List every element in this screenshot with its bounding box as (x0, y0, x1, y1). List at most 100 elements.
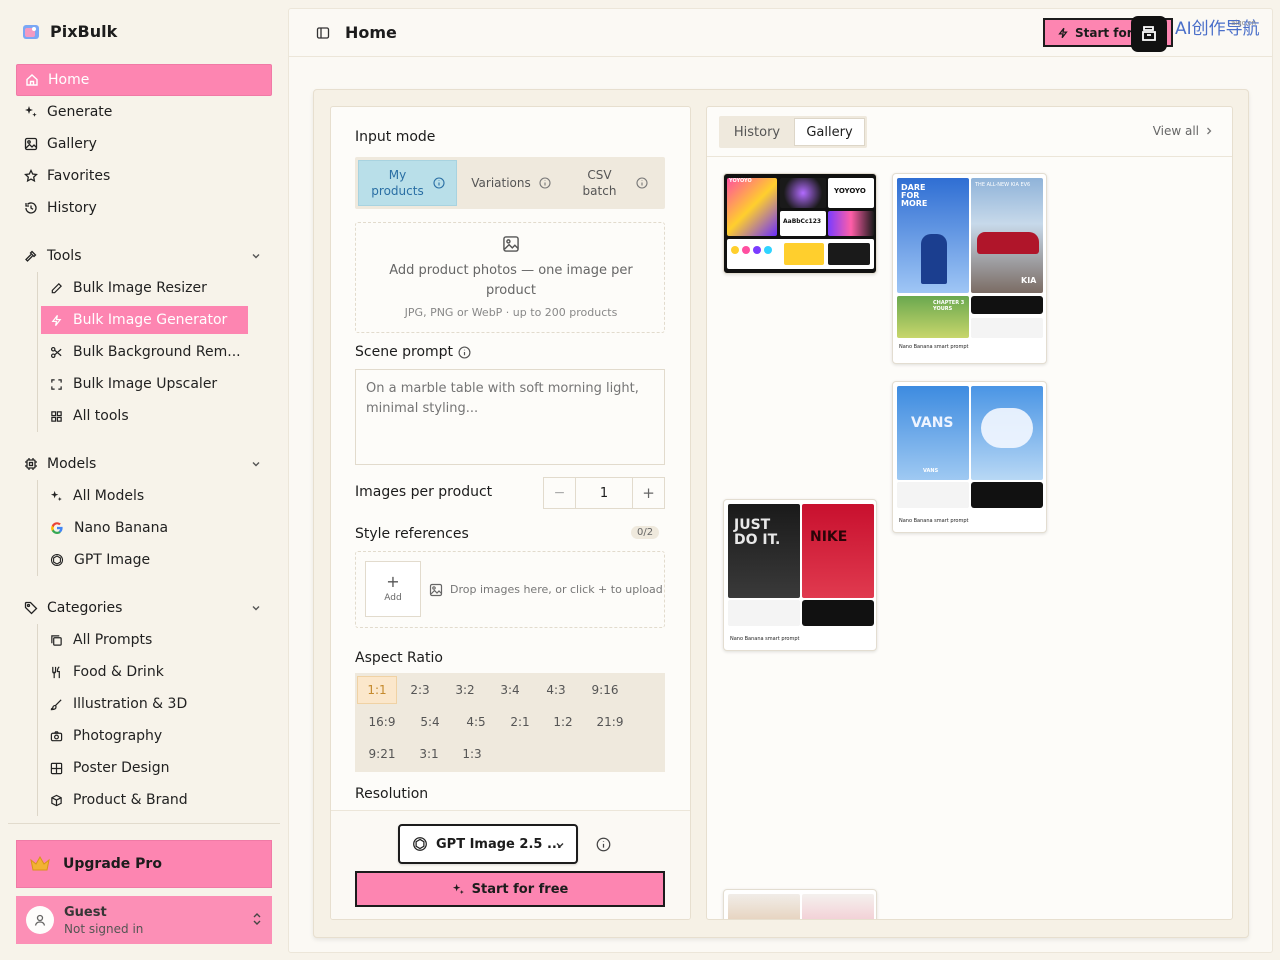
tab-gallery[interactable]: Gallery (794, 118, 865, 146)
scene-prompt-input[interactable] (355, 369, 665, 465)
mode-variations[interactable]: Variations (461, 160, 561, 206)
aspect-ratio-4-3[interactable]: 4:3 (537, 676, 575, 704)
sidebar-item-illustration-3d[interactable]: Illustration & 3D (41, 690, 248, 718)
sidebar-section-categories[interactable]: Categories (16, 594, 272, 622)
sub-item-label: Bulk Image Generator (73, 312, 228, 328)
images-per-product-label: Images per product (355, 484, 493, 500)
sidebar-item-home[interactable]: Home (16, 64, 272, 96)
info-icon[interactable] (596, 837, 611, 852)
logo-icon (22, 23, 40, 41)
brand[interactable]: PixBulk (22, 22, 117, 41)
aspect-ratio-1-2[interactable]: 1:2 (544, 708, 582, 736)
card2-chapter: CHAPTER 3 YOURS (933, 300, 965, 312)
aspect-ratio-2-1[interactable]: 2:1 (501, 708, 539, 736)
info-icon (432, 177, 445, 189)
dropzone-hint: JPG, PNG or WebP · up to 200 products (404, 306, 618, 319)
art-swatch (802, 504, 874, 598)
sidebar-item-nano-banana[interactable]: Nano Banana (41, 514, 248, 542)
start-button-label: Start for free (471, 881, 569, 897)
sidebar-item-history[interactable]: History (16, 192, 272, 224)
chevron-down-icon (250, 602, 262, 614)
aspect-ratio-1-1[interactable]: 1:1 (357, 676, 397, 704)
gallery-card-kia-poster[interactable]: DARE FOR MORE THE ALL-NEW KIA EV6 KIA CH… (892, 173, 1047, 364)
art-swatch (971, 482, 1043, 508)
product-photos-dropzone[interactable]: Add product photos — one image per produ… (355, 222, 665, 333)
copy-icon (50, 634, 63, 647)
art-swatch (897, 482, 969, 508)
pencil-icon (50, 282, 63, 295)
aspect-ratio-1-3[interactable]: 1:3 (453, 740, 491, 768)
aspect-ratio-16-9[interactable]: 16:9 (361, 708, 403, 736)
view-all-link[interactable]: View all (1153, 124, 1214, 138)
sidebar-item-all-prompts[interactable]: All Prompts (41, 626, 248, 654)
aspect-ratio-3-1[interactable]: 3:1 (410, 740, 448, 768)
art-figure (921, 234, 947, 284)
sidebar-item-gpt-image[interactable]: GPT Image (41, 546, 248, 574)
sub-item-label: All Prompts (73, 632, 153, 648)
chevron-down-icon (250, 250, 262, 262)
sidebar-item-photography[interactable]: Photography (41, 722, 248, 750)
aspect-ratio-3-4[interactable]: 3:4 (491, 676, 529, 704)
aspect-ratio-5-4[interactable]: 5:4 (411, 708, 449, 736)
card2-logo: KIA (1021, 276, 1037, 285)
sidebar-item-bulk-image-upscaler[interactable]: Bulk Image Upscaler (41, 370, 248, 398)
mode-my-products[interactable]: My products (358, 160, 457, 206)
card1-logo-text: YOYOYO (834, 187, 866, 195)
card2-subhead: THE ALL-NEW KIA EV6 (975, 182, 1031, 188)
aspect-ratio-2-3[interactable]: 2:3 (401, 676, 439, 704)
sidebar-section-models[interactable]: Models (16, 450, 272, 478)
sub-item-label: Nano Banana (74, 520, 169, 536)
images-per-product-value[interactable]: 1 (576, 478, 632, 508)
art-swatch (828, 243, 870, 265)
color-dot (742, 246, 750, 254)
sidebar: PixBulk Home Generate Gallery Favorites … (0, 0, 288, 960)
add-reference-button[interactable]: + Add (365, 561, 421, 617)
sidebar-item-food-drink[interactable]: Food & Drink (41, 658, 248, 686)
aspect-ratio-9-21[interactable]: 9:21 (361, 740, 403, 768)
avatar (26, 906, 54, 934)
increment-button[interactable]: + (632, 478, 664, 508)
card3-caption: Nano Banana smart prompt (899, 518, 969, 524)
aspect-ratio-3-2[interactable]: 3:2 (446, 676, 484, 704)
start-for-free-button[interactable]: Start for free (355, 871, 665, 907)
style-references-dropzone[interactable]: + Add Drop images here, or click + to up… (355, 551, 665, 628)
aspect-ratio-4-5[interactable]: 4:5 (457, 708, 495, 736)
aspect-ratio-9-16[interactable]: 9:16 (585, 676, 625, 704)
sidebar-item-bulk-image-generator[interactable]: Bulk Image Generator (41, 306, 248, 334)
scene-prompt-label: Scene prompt (355, 344, 454, 360)
sidebar-item-all-tools[interactable]: All tools (41, 402, 248, 430)
gallery-card-portraits[interactable] (723, 889, 877, 919)
sidebar-section-tools[interactable]: Tools (16, 242, 272, 270)
sidebar-item-bulk-image-resizer[interactable]: Bulk Image Resizer (41, 274, 248, 302)
decrement-button[interactable]: − (544, 478, 576, 508)
gallery-card-brand-board[interactable]: YOYOYO YOYOYO AaBbCc123 (723, 173, 877, 274)
card1-title: YOYOYO (729, 178, 752, 184)
sidebar-item-gallery[interactable]: Gallery (16, 128, 272, 160)
sidebar-toggle-icon[interactable] (316, 26, 330, 40)
gallery-card-nike-poster[interactable]: JUST DO IT. NIKE Nano Banana smart promp… (723, 499, 877, 651)
sub-item-label: GPT Image (74, 552, 151, 568)
mode-csv-batch[interactable]: CSV batch (565, 160, 662, 206)
section-label: Categories (47, 600, 123, 616)
model-select[interactable]: GPT Image 2.5 ... (398, 824, 578, 864)
sidebar-item-all-models[interactable]: All Models (41, 482, 248, 510)
expand-icon (50, 378, 63, 391)
gallery-card-vans-poster[interactable]: VANS VANS Nano Banana smart prompt (892, 381, 1047, 533)
utensils-icon (50, 665, 63, 679)
user-menu[interactable]: Guest Not signed in (16, 896, 272, 944)
card3-cloud-text: VANS (911, 415, 954, 431)
sub-item-label: Product & Brand (73, 792, 188, 808)
tab-history[interactable]: History (721, 118, 793, 146)
art-swatch (802, 600, 874, 626)
sidebar-item-product-brand[interactable]: Product & Brand (41, 786, 248, 814)
sidebar-item-favorites[interactable]: Favorites (16, 160, 272, 192)
sidebar-item-poster-design[interactable]: Poster Design (41, 754, 248, 782)
images-per-product-stepper: − 1 + (543, 477, 665, 509)
chevron-down-icon (250, 458, 262, 470)
sub-item-label: Poster Design (73, 760, 170, 776)
top-bar: Home Start for free AI创作导航 aigc.cn (289, 9, 1272, 57)
aspect-ratio-21-9[interactable]: 21:9 (589, 708, 631, 736)
sidebar-item-bulk-background-remover[interactable]: Bulk Background Rem... (41, 338, 248, 366)
sidebar-item-generate[interactable]: Generate (16, 96, 272, 128)
upgrade-pro-button[interactable]: Upgrade Pro (16, 840, 272, 888)
